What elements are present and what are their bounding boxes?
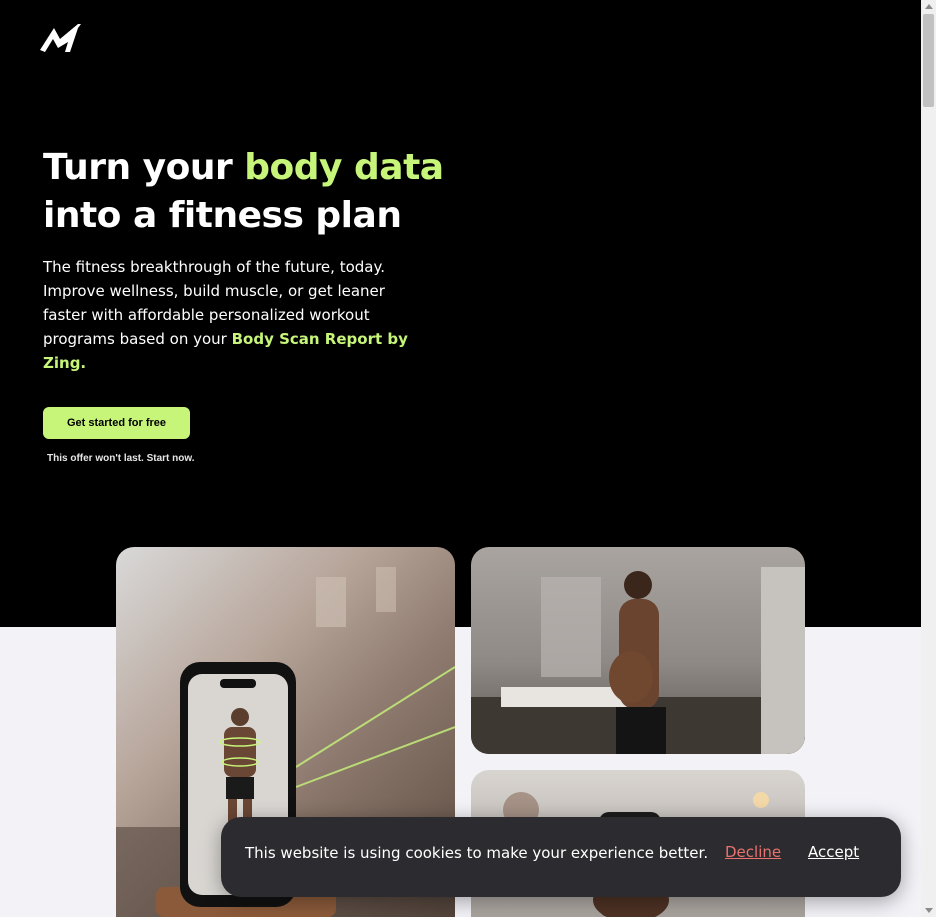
cookie-decline-link[interactable]: Decline: [725, 843, 781, 861]
hero-subtext: The fitness breakthrough of the future, …: [43, 255, 433, 375]
scroll-down-arrow-icon[interactable]: [925, 908, 933, 913]
headline-accent: body data: [244, 147, 444, 188]
headline-part2: into a fitness plan: [43, 195, 402, 236]
headline-part1: Turn your: [43, 147, 245, 188]
cookie-banner: This website is using cookies to make yo…: [221, 817, 901, 897]
mirror-scene-illustration: [471, 567, 805, 754]
hero-headline: Turn your body data into a fitness plan: [43, 144, 603, 240]
zing-bolt-logo-icon[interactable]: [40, 22, 82, 54]
hero-section: Turn your body data into a fitness plan T…: [0, 0, 921, 627]
man-in-mirror-photo: [471, 547, 805, 754]
logo-svg: [40, 24, 81, 52]
scrollbar-thumb[interactable]: [923, 14, 934, 107]
cookie-accept-link[interactable]: Accept: [808, 843, 859, 861]
cookie-message: This website is using cookies to make yo…: [245, 844, 709, 862]
offer-note: This offer won't last. Start now.: [47, 453, 195, 464]
get-started-button[interactable]: Get started for free: [43, 407, 190, 439]
page-scrollbar[interactable]: [921, 0, 936, 917]
scroll-up-arrow-icon[interactable]: [925, 4, 933, 9]
